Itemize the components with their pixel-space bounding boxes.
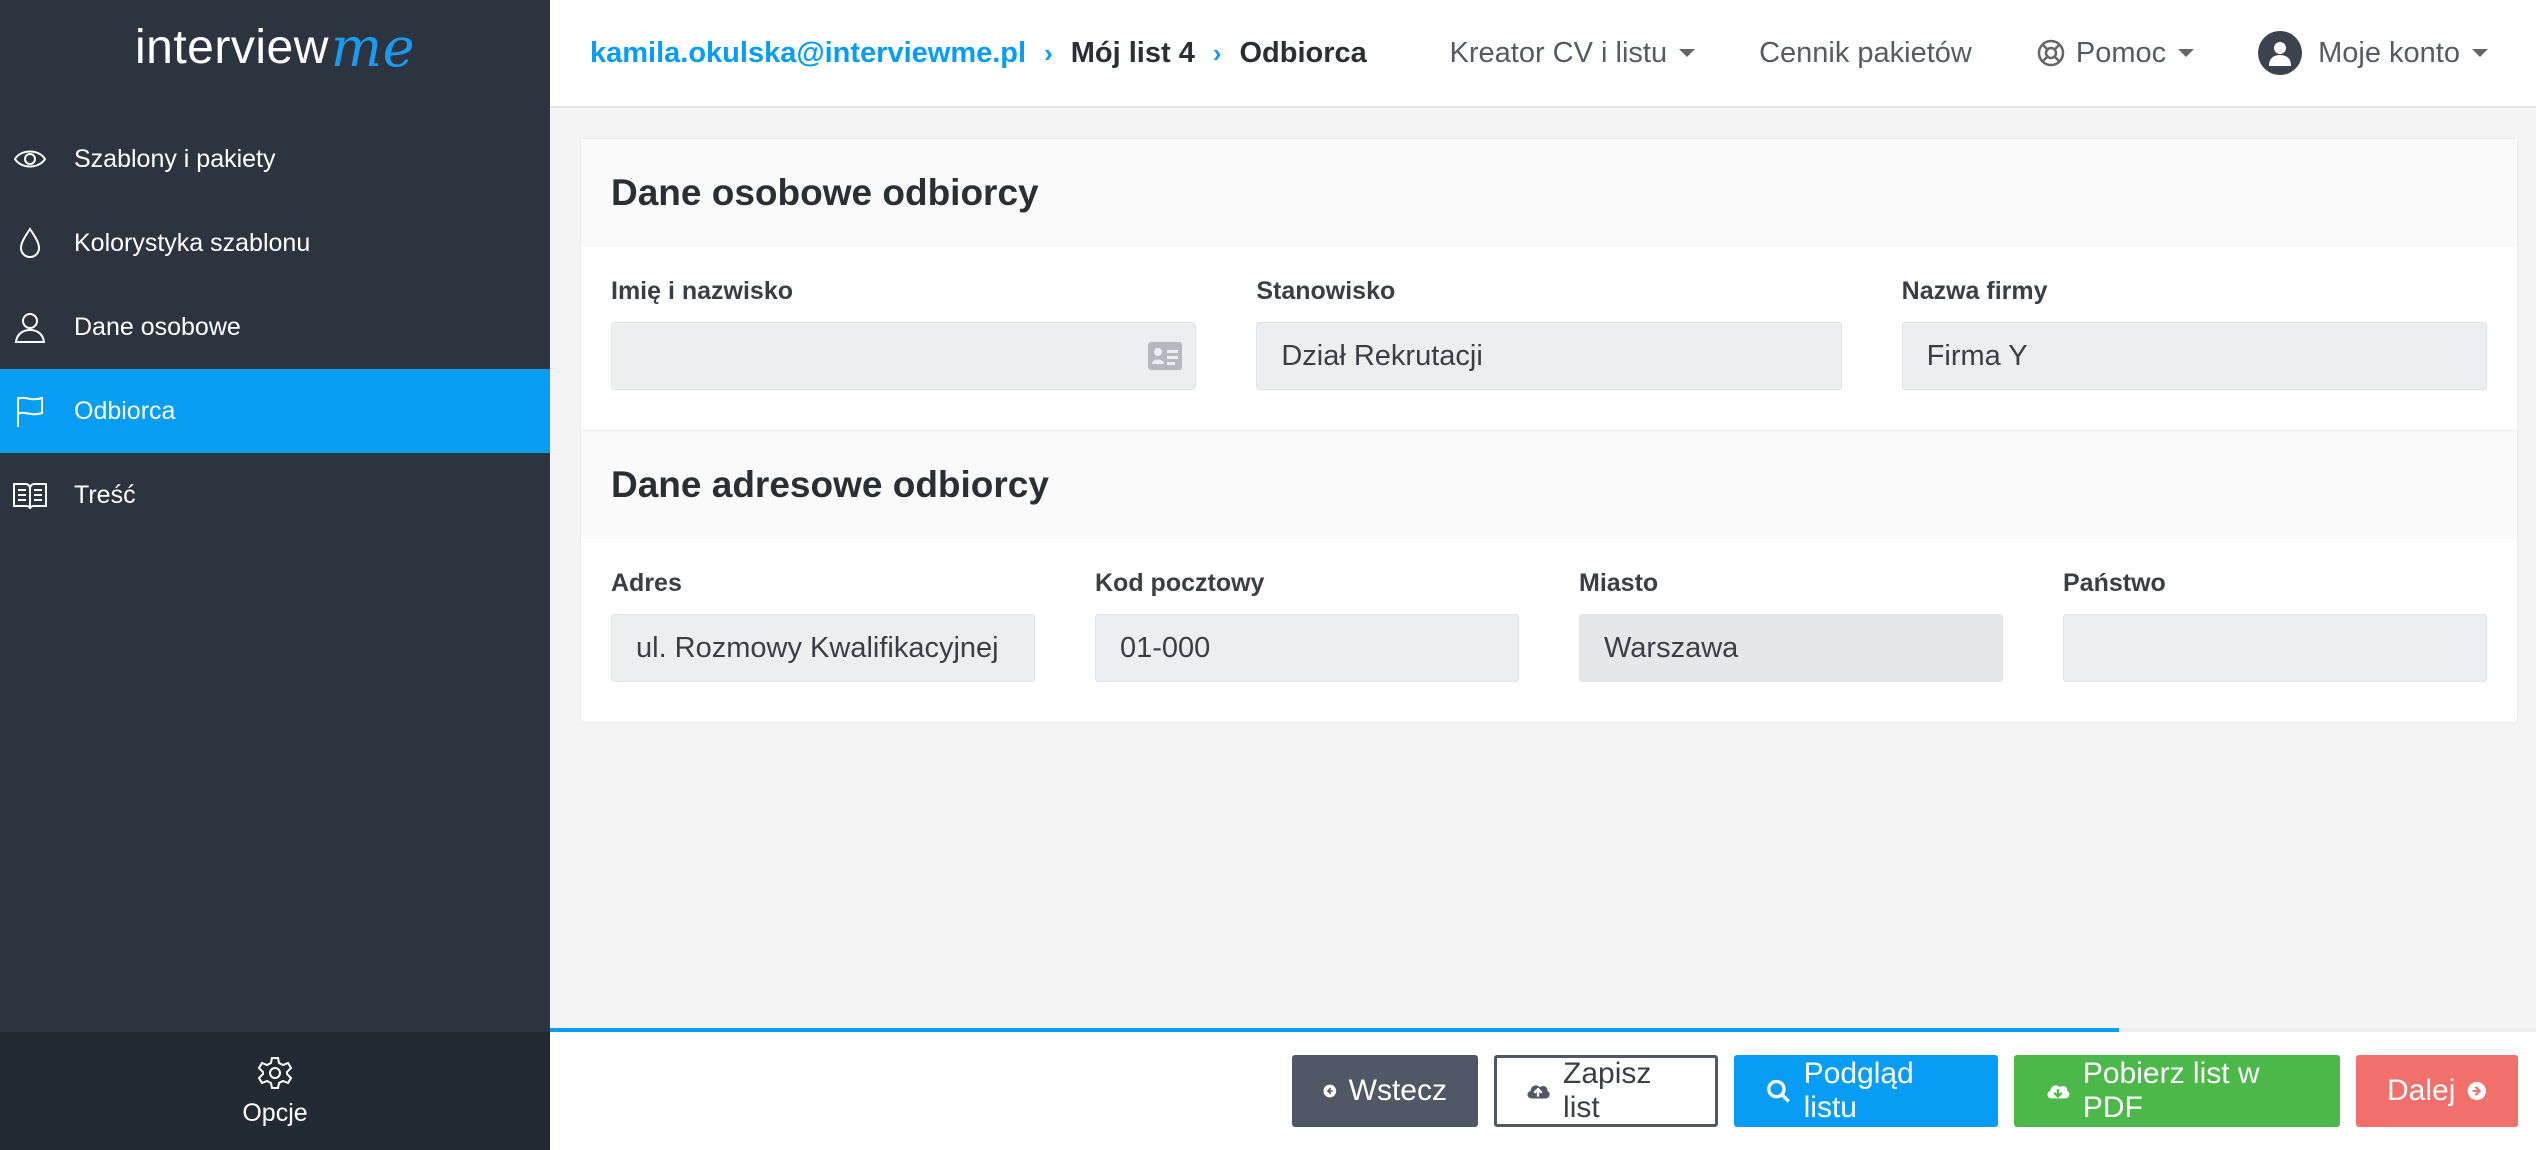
company-input[interactable]: Firma Y <box>1901 322 2487 390</box>
breadcrumb-document[interactable]: Mój list 4 <box>1071 37 1195 70</box>
save-button[interactable]: Zapisz list <box>1494 1055 1718 1127</box>
book-icon <box>12 477 48 513</box>
sidebar-item-label: Treść <box>74 480 136 509</box>
country-input[interactable] <box>2063 614 2487 682</box>
back-button-label: Wstecz <box>1348 1074 1447 1107</box>
company-label: Nazwa firmy <box>1901 277 2048 305</box>
options-label: Opcje <box>242 1098 308 1127</box>
company-value: Firma Y <box>1926 339 2028 372</box>
sidebar-item-personal-data[interactable]: Dane osobowe <box>0 285 550 369</box>
logo[interactable]: interview me <box>0 0 550 95</box>
sidebar-item-label: Kolorystyka szablonu <box>74 228 311 257</box>
creator-menu-label: Kreator CV i listu <box>1449 36 1668 69</box>
caret-down-icon <box>2472 49 2488 57</box>
section-title: Dane adresowe odbiorcy <box>581 431 2517 539</box>
cloud-download-icon <box>2047 1085 2070 1099</box>
logo-text: interview <box>134 21 329 74</box>
street-label: Adres <box>611 569 682 597</box>
position-label: Stanowisko <box>1256 277 1396 305</box>
preview-button[interactable]: Podgląd listu <box>1734 1055 1998 1127</box>
arrow-right-circle-icon <box>2468 1081 2487 1101</box>
street-input[interactable]: ul. Rozmowy Kwalifikacyjnej <box>611 614 1035 682</box>
topbar: kamila.okulska@interviewme.pl › Mój list… <box>550 0 2536 108</box>
recipient-form-card: Dane osobowe odbiorcy Imię i nazwisko St… <box>580 138 2518 723</box>
next-button-label: Dalej <box>2387 1074 2456 1107</box>
caret-down-icon <box>2178 49 2195 57</box>
lifebuoy-icon <box>2037 39 2065 67</box>
street-field-group: Adres ul. Rozmowy Kwalifikacyjnej <box>611 569 1035 682</box>
top-nav: Kreator CV i listu Cennik pakietów Pomoc… <box>1386 31 2536 75</box>
save-button-label: Zapisz list <box>1563 1057 1652 1124</box>
sidebar-item-colors[interactable]: Kolorystyka szablonu <box>0 201 550 285</box>
user-avatar-icon <box>2269 42 2292 66</box>
name-field-group: Imię i nazwisko <box>611 277 1197 390</box>
city-field-group: Miasto Warszawa <box>1579 569 2003 682</box>
preview-button-label: Podgląd listu <box>1803 1057 1914 1124</box>
eye-icon <box>12 141 48 177</box>
arrow-left-circle-icon <box>1323 1084 1337 1098</box>
pricing-link-label: Cennik pakietów <box>1759 36 1972 69</box>
logo-accent: me <box>330 16 416 79</box>
name-label: Imię i nazwisko <box>611 277 794 305</box>
help-menu-label: Pomoc <box>2075 36 2167 69</box>
search-icon <box>1767 1079 1790 1103</box>
section-title: Dane osobowe odbiorcy <box>581 139 2517 247</box>
caret-down-icon <box>1679 49 1696 57</box>
address-section: Adres ul. Rozmowy Kwalifikacyjnej Kod po… <box>581 539 2517 722</box>
pricing-link[interactable]: Cennik pakietów <box>1759 37 1972 70</box>
personal-data-section: Imię i nazwisko Stanowisko Dział Rekruta… <box>581 247 2517 430</box>
city-label: Miasto <box>1579 569 1659 597</box>
user-icon <box>12 309 48 345</box>
zip-value: 01-000 <box>1120 631 1211 664</box>
account-menu-label: Moje konto <box>2318 36 2460 69</box>
breadcrumb: kamila.okulska@interviewme.pl › Mój list… <box>590 37 1367 70</box>
options-button[interactable]: Opcje <box>0 1032 550 1150</box>
droplet-icon <box>12 225 48 261</box>
action-bar: Wstecz Zapisz list Podgląd listu Pobierz… <box>550 1032 2536 1150</box>
position-value: Dział Rekrutacji <box>1281 339 1483 372</box>
creator-menu[interactable]: Kreator CV i listu <box>1450 37 1696 70</box>
sidebar-item-templates[interactable]: Szablony i pakiety <box>0 117 550 201</box>
company-field-group: Nazwa firmy Firma Y <box>1901 277 2487 390</box>
next-button[interactable]: Dalej <box>2356 1055 2518 1127</box>
cloud-upload-icon <box>1527 1085 1550 1099</box>
street-value: ul. Rozmowy Kwalifikacyjnej <box>636 631 999 664</box>
chevron-right-icon: › <box>1044 37 1053 68</box>
chevron-right-icon: › <box>1212 37 1222 68</box>
download-pdf-button[interactable]: Pobierz list w PDF <box>2014 1055 2340 1127</box>
breadcrumb-current: Odbiorca <box>1239 36 1367 69</box>
country-field-group: Państwo <box>2063 569 2487 682</box>
download-pdf-button-label: Pobierz list w PDF <box>2082 1057 2260 1124</box>
city-value: Warszawa <box>1604 631 1739 664</box>
avatar <box>2258 31 2303 75</box>
position-field-group: Stanowisko Dział Rekrutacji <box>1256 277 1842 390</box>
gear-icon <box>257 1056 293 1089</box>
sidebar-item-label: Szablony i pakiety <box>74 144 276 173</box>
position-input[interactable]: Dział Rekrutacji <box>1256 322 1842 390</box>
city-input[interactable]: Warszawa <box>1579 614 2003 682</box>
sidebar-item-recipient[interactable]: Odbiorca <box>0 369 550 453</box>
name-input[interactable] <box>611 322 1197 390</box>
country-label: Państwo <box>2063 569 2166 597</box>
back-button[interactable]: Wstecz <box>1292 1055 1478 1127</box>
contact-card-icon[interactable] <box>1147 341 1183 371</box>
breadcrumb-account-link[interactable]: kamila.okulska@interviewme.pl <box>590 37 1026 70</box>
help-menu[interactable]: Pomoc <box>2036 36 2195 70</box>
account-menu[interactable]: Moje konto <box>2258 31 2488 75</box>
zip-field-group: Kod pocztowy 01-000 <box>1095 569 1519 682</box>
sidebar: interview me Szablony i pakiety Kolorysty… <box>0 0 550 1150</box>
sidebar-nav: Szablony i pakiety Kolorystyka szablonu … <box>0 117 550 537</box>
sidebar-item-label: Odbiorca <box>74 396 176 425</box>
flag-icon <box>12 393 48 429</box>
zip-input[interactable]: 01-000 <box>1095 614 1519 682</box>
sidebar-item-content[interactable]: Treść <box>0 453 550 537</box>
zip-label: Kod pocztowy <box>1095 569 1265 597</box>
sidebar-item-label: Dane osobowe <box>74 312 241 341</box>
